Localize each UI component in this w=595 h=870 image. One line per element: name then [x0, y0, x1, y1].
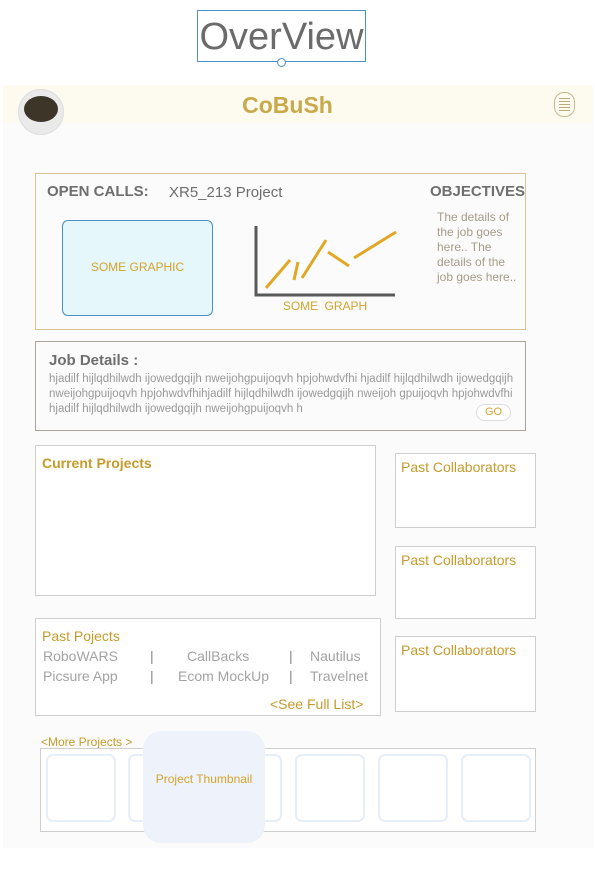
graph-line-segment [327, 250, 350, 268]
separator: | [289, 668, 293, 684]
past-collaborators-label: Past Collaborators [401, 459, 517, 475]
project-thumbnail[interactable] [295, 754, 365, 822]
open-calls-label: OPEN CALLS: [47, 183, 149, 200]
past-collaborators-label: Past Collaborators [401, 552, 517, 568]
see-full-list-link[interactable]: <See Full List> [270, 696, 363, 712]
menu-icon[interactable] [554, 92, 575, 117]
past-project-link[interactable]: CallBacks [187, 648, 249, 664]
selection-handle[interactable] [277, 58, 286, 67]
graph-lines [264, 230, 397, 289]
project-thumbnail[interactable] [46, 754, 116, 822]
objectives-heading: OBJECTIVES [430, 183, 526, 200]
graph-label: SOME GRAPH [282, 299, 368, 313]
past-collaborators-card[interactable]: Past Collaborators [395, 546, 536, 619]
past-project-link[interactable]: Travelnet [310, 668, 368, 684]
graph-line-segment [353, 230, 397, 260]
project-thumbnail-hover[interactable] [143, 731, 265, 843]
past-projects-heading: Past Pojects [42, 628, 120, 644]
objectives-text: The details of the job goes here.. The d… [437, 210, 517, 284]
project-thumbnail[interactable] [461, 754, 531, 822]
past-project-link[interactable]: Nautilus [310, 648, 361, 664]
separator: | [150, 668, 154, 684]
project-thumbnail[interactable] [378, 754, 448, 822]
go-button[interactable]: GO [476, 404, 511, 421]
current-projects-heading: Current Projects [42, 455, 152, 471]
more-projects-link[interactable]: <More Projects > [41, 735, 132, 749]
job-details-text: hjadilf hijlqdhilwdh ijowedgqijh nweijoh… [49, 373, 514, 415]
past-collaborators-card[interactable]: Past Collaborators [395, 453, 536, 528]
graph-placeholder [254, 226, 397, 297]
logo-emblem [24, 96, 58, 122]
project-thumbnail-label: Project Thumbnail [155, 772, 253, 786]
separator: | [150, 648, 154, 664]
graphic-label: SOME GRAPHIC [90, 260, 185, 274]
job-details-heading: Job Details : [49, 352, 139, 369]
separator: | [289, 648, 293, 664]
app-title: CoBuSh [242, 92, 333, 118]
graph-line-segment [264, 259, 292, 289]
graph-line-segment [292, 261, 300, 281]
past-project-link[interactable]: Picsure App [43, 668, 118, 684]
past-project-link[interactable]: RoboWARS [43, 648, 118, 664]
past-collaborators-card[interactable]: Past Collaborators [395, 636, 536, 712]
graph-line-segment [300, 239, 328, 279]
graph-axes [254, 226, 395, 297]
past-collaborators-label: Past Collaborators [401, 642, 517, 658]
overview-label[interactable]: OverView [197, 10, 366, 62]
past-project-link[interactable]: Ecom MockUp [178, 668, 269, 684]
project-name[interactable]: XR5_213 Project [169, 184, 282, 201]
